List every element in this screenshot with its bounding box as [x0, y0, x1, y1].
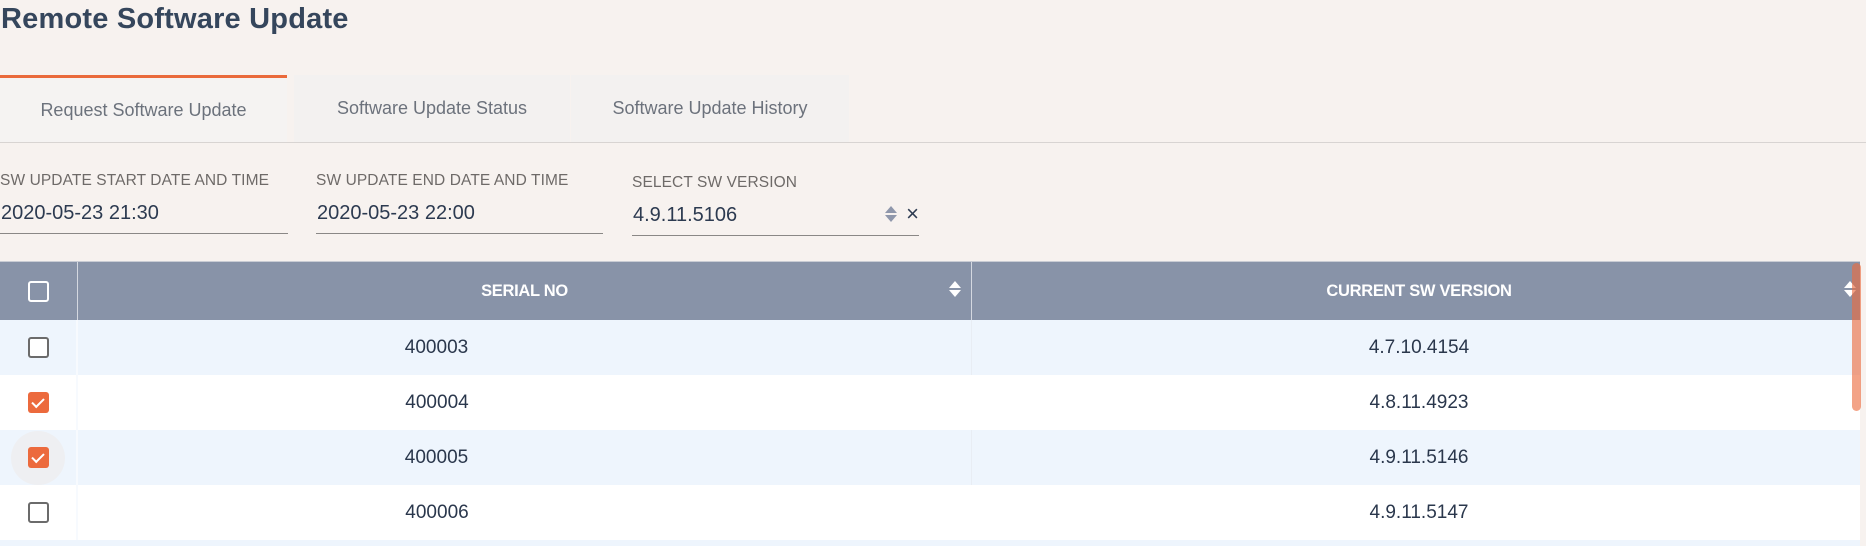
sw-version-field: SELECT SW VERSION 4.9.11.5106 × [632, 173, 919, 236]
serial-cell: 400005 [78, 430, 972, 485]
sw-version-select[interactable]: 4.9.11.5106 × [632, 201, 919, 236]
version-header-label: CURRENT SW VERSION [1326, 281, 1512, 300]
row-checkbox[interactable] [27, 337, 49, 358]
row-select-cell [0, 375, 78, 430]
tab-bar: Request Software Update Software Update … [0, 75, 1866, 143]
select-arrows-icon[interactable] [885, 203, 897, 225]
checkbox-focus-halo [11, 430, 65, 485]
select-all-checkbox[interactable] [28, 280, 49, 302]
clear-icon[interactable]: × [906, 201, 919, 227]
table-row[interactable]: 400004 4.8.11.4923 [0, 375, 1866, 430]
serial-cell: 400006 [405, 501, 469, 523]
row-checkbox-checked[interactable] [27, 447, 49, 468]
column-header-current-version[interactable]: CURRENT SW VERSION [972, 262, 1866, 320]
header-select-cell [0, 262, 78, 320]
version-cell: 4.8.11.4923 [1369, 391, 1469, 413]
start-datetime-field: SW UPDATE START DATE AND TIME 2020-05-23… [0, 171, 288, 234]
row-checkbox-checked[interactable] [27, 392, 49, 413]
sw-version-label: SELECT SW VERSION [632, 174, 798, 191]
table-row-partial [0, 540, 1866, 546]
page-title: Remote Software Update [1, 3, 349, 35]
sw-version-value: 4.9.11.5106 [633, 204, 738, 226]
version-cell: 4.9.11.5147 [1369, 501, 1469, 523]
start-datetime-label: SW UPDATE START DATE AND TIME [0, 172, 270, 189]
version-cell: 4.7.10.4154 [1368, 336, 1470, 358]
sort-icon[interactable] [949, 281, 961, 297]
serial-cell: 400003 [78, 320, 972, 375]
tab-request-software-update[interactable]: Request Software Update [0, 75, 287, 142]
row-select-cell [0, 430, 78, 485]
row-select-cell [0, 485, 78, 540]
row-select-cell [0, 320, 78, 375]
serial-header-label: SERIAL NO [481, 281, 568, 300]
end-datetime-label: SW UPDATE END DATE AND TIME [316, 172, 569, 189]
table-row[interactable]: 400003 4.7.10.4154 [0, 320, 1866, 375]
version-cell: 4.9.11.5146 [1369, 446, 1469, 468]
table-header: SERIAL NO CURRENT SW VERSION [0, 261, 1866, 320]
table-row[interactable]: 400006 4.9.11.5147 [0, 485, 1866, 540]
devices-table: SERIAL NO CURRENT SW VERSION 400003 4.7.… [0, 261, 1866, 546]
start-datetime-input[interactable]: 2020-05-23 21:30 [0, 201, 288, 234]
table-row[interactable]: 400005 4.9.11.5146 [0, 430, 1866, 485]
column-header-serial[interactable]: SERIAL NO [78, 262, 972, 320]
serial-cell: 400004 [405, 391, 469, 413]
row-checkbox[interactable] [27, 502, 49, 523]
tab-software-update-history[interactable]: Software Update History [571, 75, 849, 142]
end-datetime-input[interactable]: 2020-05-23 22:00 [316, 201, 603, 234]
table-scrollbar[interactable] [1852, 263, 1861, 411]
tab-software-update-status[interactable]: Software Update Status [294, 75, 570, 142]
end-datetime-field: SW UPDATE END DATE AND TIME 2020-05-23 2… [316, 171, 603, 234]
